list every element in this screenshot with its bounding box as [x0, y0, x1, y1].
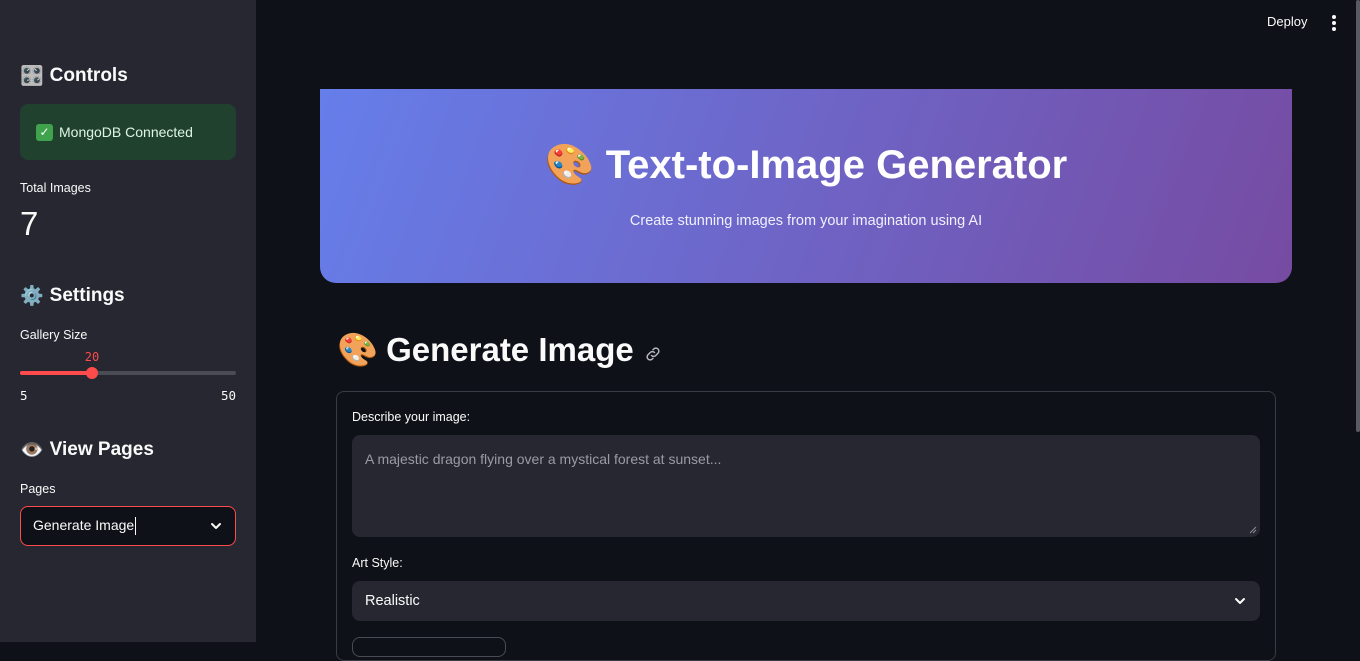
check-icon: ✓ [36, 123, 53, 141]
view-pages-heading: 👁️ View Pages [20, 438, 154, 462]
pages-label: Pages [20, 482, 56, 496]
palette-icon: 🎨 [337, 330, 379, 369]
gallery-size-min: 5 [20, 388, 28, 403]
prompt-label: Describe your image: [352, 410, 471, 424]
hero-banner: 🎨 Text-to-Image Generator Create stunnin… [320, 89, 1292, 283]
art-style-label: Art Style: [352, 556, 403, 570]
gallery-size-label: Gallery Size [20, 328, 88, 342]
link-icon[interactable] [644, 345, 662, 363]
hero-title: 🎨 Text-to-Image Generator [320, 141, 1292, 188]
palette-icon: 🎨 [544, 142, 595, 188]
eye-icon: 👁️ [20, 439, 44, 461]
hero-subtitle: Create stunning images from your imagina… [629, 213, 983, 229]
gallery-size-max: 50 [220, 388, 236, 403]
mongodb-status-alert: ✓ MongoDB Connected [20, 104, 236, 160]
sidebar: 🎛️ Controls ✓ MongoDB Connected Total Im… [0, 0, 256, 642]
controls-heading: 🎛️ Controls [20, 64, 128, 88]
generate-button[interactable] [352, 637, 506, 657]
chevron-down-icon[interactable] [1233, 594, 1247, 608]
total-images-value: 7 [20, 205, 39, 242]
resize-grip-icon[interactable] [1249, 526, 1257, 534]
pages-select-value-wrap: Generate Image [33, 516, 137, 536]
pages-select[interactable]: Generate Image [20, 506, 236, 546]
prompt-placeholder: A majestic dragon flying over a mystical… [365, 451, 722, 467]
controls-heading-text: Controls [49, 64, 128, 86]
section-title: 🎨 Generate Image [337, 330, 662, 370]
chevron-down-icon[interactable] [209, 519, 223, 533]
scrollbar[interactable] [1356, 0, 1360, 432]
deploy-button[interactable]: Deploy [1267, 14, 1307, 29]
art-style-select[interactable]: Realistic [352, 581, 1260, 621]
settings-heading: ⚙️ Settings [20, 284, 125, 308]
art-style-value: Realistic [365, 593, 420, 609]
gallery-size-slider[interactable] [20, 367, 236, 379]
mongodb-status-text: MongoDB Connected [59, 124, 193, 140]
view-pages-heading-text: View Pages [49, 438, 154, 460]
text-cursor [135, 517, 137, 536]
total-images-label: Total Images [20, 181, 91, 195]
pages-select-value: Generate Image [33, 516, 135, 533]
gallery-size-slider-fill [20, 371, 92, 375]
prompt-textarea[interactable]: A majestic dragon flying over a mystical… [352, 435, 1260, 537]
gallery-size-value: 20 [84, 350, 100, 364]
gallery-size-slider-thumb[interactable] [86, 367, 98, 379]
settings-heading-text: Settings [49, 284, 125, 306]
more-options-icon[interactable] [1326, 13, 1342, 33]
gear-icon: ⚙️ [20, 285, 44, 307]
control-knobs-icon: 🎛️ [20, 65, 44, 87]
hero-title-text: Text-to-Image Generator [605, 143, 1068, 187]
section-title-text: Generate Image [386, 331, 634, 368]
